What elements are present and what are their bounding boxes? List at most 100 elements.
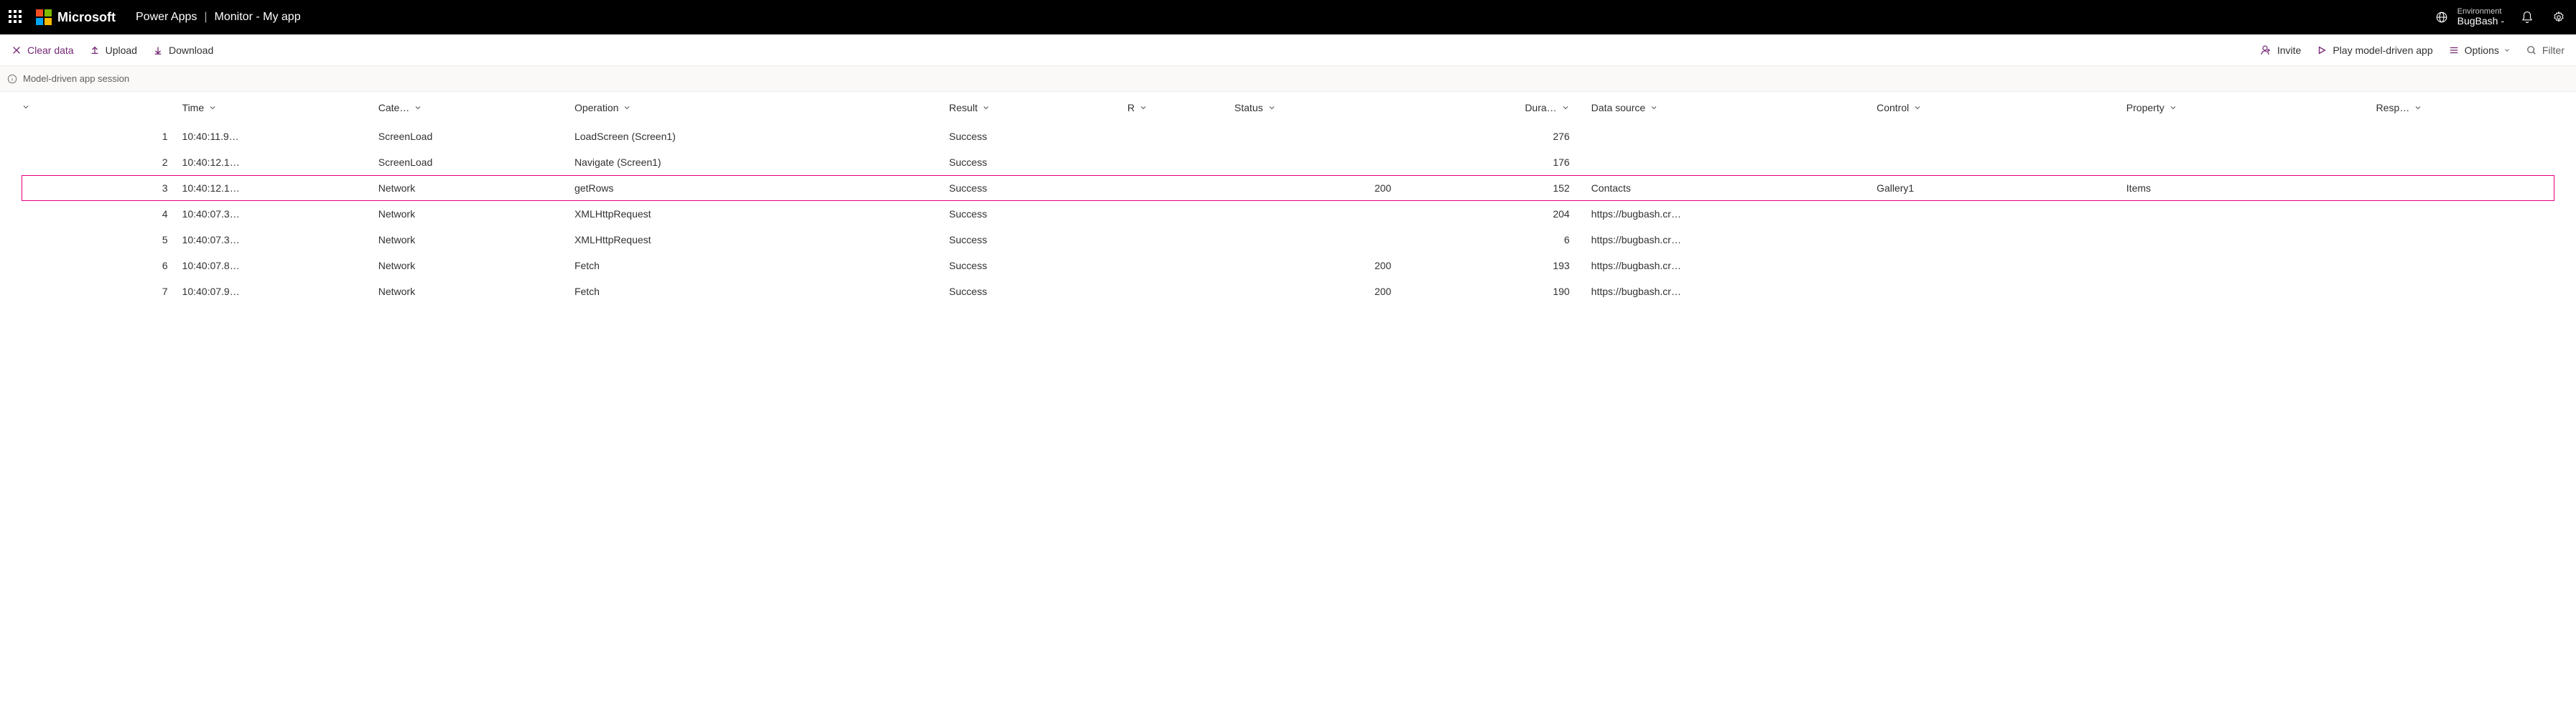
microsoft-logo-icon [36,9,52,25]
cell-index: 4 [93,201,182,227]
cell-control [1877,149,2126,175]
cell-status [1234,227,1413,253]
table-row[interactable]: 310:40:12.1…NetworkgetRowsSuccess200152C… [22,175,2554,201]
breadcrumb: Power Apps | Monitor - My app [136,11,301,24]
cell-index: 2 [93,149,182,175]
cell-duration: 190 [1413,278,1591,304]
col-status[interactable]: Status [1234,92,1413,123]
cell-operation: XMLHttpRequest [575,201,949,227]
cell-r [1127,278,1234,304]
cell-datasource: Contacts [1591,175,1877,201]
row-expand[interactable] [22,227,93,253]
chevron-down-icon [208,103,217,112]
environment-name: BugBash - [2458,16,2504,27]
cell-duration: 176 [1413,149,1591,175]
cell-status: 200 [1234,278,1413,304]
col-time[interactable]: Time [182,92,378,123]
cell-category: Network [378,278,575,304]
col-control[interactable]: Control [1877,92,2126,123]
col-response[interactable]: Resp… [2376,92,2554,123]
cell-response [2376,175,2554,201]
settings-gear-icon[interactable] [2550,9,2567,26]
cell-response [2376,149,2554,175]
cell-property [2126,123,2376,149]
app-launcher-icon[interactable] [9,10,23,24]
microsoft-logo-text: Microsoft [57,10,116,25]
table-row[interactable]: 410:40:07.3…NetworkXMLHttpRequestSuccess… [22,201,2554,227]
cell-time: 10:40:07.9… [182,278,378,304]
options-button[interactable]: Options [2449,44,2511,56]
table-row[interactable]: 110:40:11.9…ScreenLoadLoadScreen (Screen… [22,123,2554,149]
col-result[interactable]: Result [949,92,1127,123]
chevron-down-icon [1913,103,1922,112]
chevron-down-icon [1139,103,1148,112]
microsoft-logo[interactable]: Microsoft [36,9,116,25]
session-label: Model-driven app session [23,73,129,84]
options-label: Options [2465,44,2499,56]
col-operation[interactable]: Operation [575,92,949,123]
cell-index: 6 [93,253,182,278]
cell-duration: 276 [1413,123,1591,149]
cell-index: 3 [93,175,182,201]
cell-datasource [1591,149,1877,175]
cell-duration: 193 [1413,253,1591,278]
cell-r [1127,253,1234,278]
col-datasource[interactable]: Data source [1591,92,1877,123]
table-row[interactable]: 210:40:12.1…ScreenLoadNavigate (Screen1)… [22,149,2554,175]
breadcrumb-app[interactable]: Power Apps [136,11,197,24]
breadcrumb-page: Monitor - My app [215,11,301,24]
row-expand[interactable] [22,253,93,278]
play-button[interactable]: Play model-driven app [2317,44,2432,56]
cell-status [1234,123,1413,149]
cell-r [1127,175,1234,201]
row-expand[interactable] [22,201,93,227]
cell-category: ScreenLoad [378,149,575,175]
invite-button[interactable]: Invite [2260,44,2301,56]
cell-property [2126,253,2376,278]
col-r[interactable]: R [1127,92,1234,123]
table-row[interactable]: 710:40:07.9…NetworkFetchSuccess200190htt… [22,278,2554,304]
table-row[interactable]: 510:40:07.3…NetworkXMLHttpRequestSuccess… [22,227,2554,253]
upload-button[interactable]: Upload [90,44,137,56]
session-bar: Model-driven app session [0,66,2576,92]
cell-result: Success [949,149,1127,175]
cell-duration: 6 [1413,227,1591,253]
row-expand[interactable] [22,149,93,175]
cell-datasource: https://bugbash.cr… [1591,201,1877,227]
download-label: Download [169,44,213,56]
cell-control [1877,123,2126,149]
clear-data-button[interactable]: Clear data [11,44,74,56]
notifications-icon[interactable] [2519,9,2536,26]
col-duration[interactable]: Dura… [1413,92,1591,123]
cell-category: ScreenLoad [378,123,575,149]
cell-property [2126,227,2376,253]
environment-picker[interactable]: Environment BugBash - [2433,7,2504,27]
cell-category: Network [378,175,575,201]
cell-category: Network [378,201,575,227]
col-property[interactable]: Property [2126,92,2376,123]
cell-control [1877,227,2126,253]
row-expand[interactable] [22,278,93,304]
cell-index: 7 [93,278,182,304]
filter-button[interactable]: Filter [2526,44,2565,56]
invite-label: Invite [2277,44,2301,56]
table-row[interactable]: 610:40:07.8…NetworkFetchSuccess200193htt… [22,253,2554,278]
cell-result: Success [949,253,1127,278]
chevron-down-icon [2503,47,2511,54]
cell-result: Success [949,123,1127,149]
cell-time: 10:40:07.3… [182,201,378,227]
cell-result: Success [949,175,1127,201]
cell-status [1234,201,1413,227]
cell-r [1127,201,1234,227]
chevron-down-icon [414,103,422,112]
download-button[interactable]: Download [153,44,213,56]
row-expand[interactable] [22,123,93,149]
play-label: Play model-driven app [2333,44,2432,56]
row-expand[interactable] [22,175,93,201]
cell-property [2126,149,2376,175]
cell-status: 200 [1234,175,1413,201]
col-expand[interactable] [22,92,93,123]
cell-property [2126,278,2376,304]
breadcrumb-separator: | [204,11,207,24]
col-category[interactable]: Cate… [378,92,575,123]
